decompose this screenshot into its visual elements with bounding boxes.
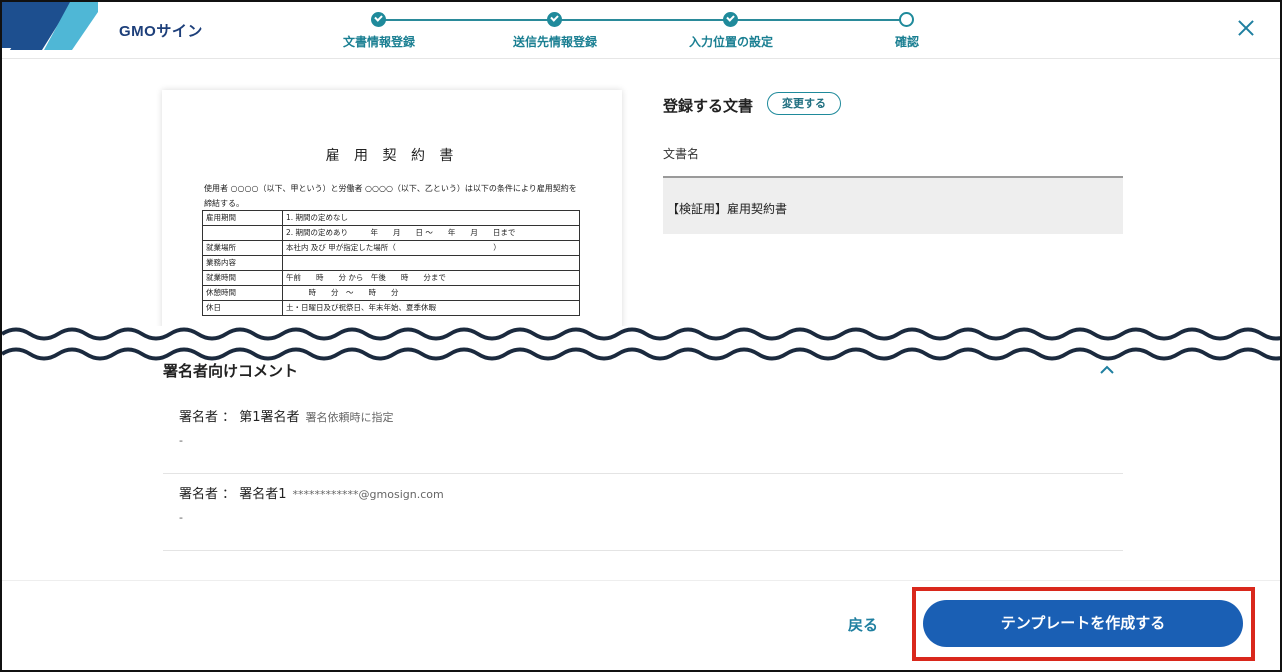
table-cell-key: 業務内容 xyxy=(202,255,283,271)
table-cell-value: 本社内 及び 甲が指定した場所（ ） xyxy=(282,240,580,256)
signer-name: 署名者 ： 第1署名者 署名依頼時に指定 xyxy=(179,406,394,425)
table-row: 業務内容 xyxy=(202,255,580,271)
signer-label: 署名者 ： 署名者1 xyxy=(179,487,287,502)
chevron-up-icon[interactable] xyxy=(1100,364,1114,374)
table-cell-key: 休憩時間 xyxy=(202,285,283,301)
document-name-value: 【検証用】雇用契約書 xyxy=(663,176,1123,234)
signer-comment-item: 署名者 ： 署名者1 ************@gmosign.com - xyxy=(163,475,1123,551)
step-3-check-icon xyxy=(723,12,738,27)
signer-comment-text: - xyxy=(179,511,183,524)
progress-stepper: 文書情報登録 送信先情報登録 入力位置の設定 確認 xyxy=(302,8,1002,54)
signer-email: ************@gmosign.com xyxy=(292,488,444,501)
stepper-line xyxy=(379,19,907,21)
signer-label: 署名者 ： 第1署名者 xyxy=(179,410,300,425)
table-cell-key: 雇用期間 xyxy=(202,210,283,226)
close-icon[interactable] xyxy=(1234,16,1258,40)
document-preview-title: 雇 用 契 約 書 xyxy=(325,148,459,164)
table-cell-key xyxy=(202,225,283,241)
document-name-label: 文書名 xyxy=(663,147,700,161)
table-cell-key: 就業場所 xyxy=(202,240,283,256)
table-row: 雇用期間 1. 期間の定めなし xyxy=(202,210,580,226)
step-2-label: 送信先情報登録 xyxy=(512,35,598,49)
back-button[interactable]: 戻る xyxy=(848,614,878,635)
header-divider xyxy=(2,58,1280,59)
step-1-check-icon xyxy=(371,12,386,27)
table-cell-value xyxy=(282,255,580,271)
table-cell-value: 1. 期間の定めなし xyxy=(282,210,580,226)
document-preview: 雇 用 契 約 書 使用者 ○○○○（以下、甲という）と労働者 ○○○○（以下、… xyxy=(162,90,622,330)
step-3-label: 入力位置の設定 xyxy=(688,35,774,49)
table-cell-value: 時 分 〜 時 分 xyxy=(282,285,580,301)
table-cell-value: 午前 時 分 から 午後 時 分まで xyxy=(282,270,580,286)
create-template-button[interactable]: テンプレートを作成する xyxy=(923,600,1243,647)
change-document-button[interactable]: 変更する xyxy=(767,92,841,115)
step-1-label: 文書情報登録 xyxy=(342,35,416,49)
app-window: GMOサイン 文書情報登録 送信先情報登録 入力位置の設定 確認 雇 用 契 約… xyxy=(0,0,1282,672)
brand-name: GMOサイン xyxy=(119,23,203,40)
signer-note: 署名依頼時に指定 xyxy=(305,411,394,424)
table-row: 就業場所 本社内 及び 甲が指定した場所（ ） xyxy=(202,240,580,256)
step-4-circle-icon xyxy=(899,12,914,27)
step-2-check-icon xyxy=(547,12,562,27)
table-row: 2. 期間の定めあり 年 月 日 〜 年 月 日まで xyxy=(202,225,580,241)
brand-logo-mark xyxy=(2,2,98,50)
registered-document-heading: 登録する文書 xyxy=(663,97,754,115)
signer-comment-item: 署名者 ： 第1署名者 署名依頼時に指定 - xyxy=(163,398,1123,474)
table-row: 休憩時間 時 分 〜 時 分 xyxy=(202,285,580,301)
document-preview-table: 雇用期間 1. 期間の定めなし 2. 期間の定めあり 年 月 日 〜 年 月 日ま… xyxy=(202,210,580,316)
table-cell-key: 就業時間 xyxy=(202,270,283,286)
step-4-label: 確認 xyxy=(894,35,920,49)
table-row: 就業時間 午前 時 分 から 午後 時 分まで xyxy=(202,270,580,286)
signer-name: 署名者 ： 署名者1 ************@gmosign.com xyxy=(179,483,444,502)
signer-comment-heading: 署名者向けコメント xyxy=(163,362,299,380)
document-preview-intro: 使用者 ○○○○（以下、甲という）と労働者 ○○○○（以下、乙という）は以下の条… xyxy=(204,184,577,208)
signer-comment-text: - xyxy=(179,434,183,447)
table-cell-value: 2. 期間の定めあり 年 月 日 〜 年 月 日まで xyxy=(282,225,580,241)
